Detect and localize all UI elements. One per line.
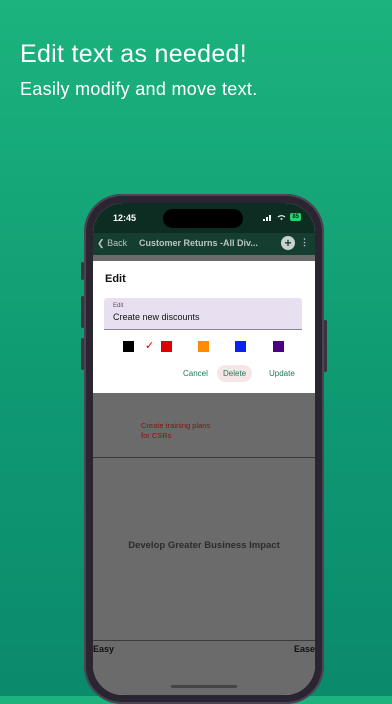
cancel-button[interactable]: Cancel [177,365,214,382]
grid-divider [93,640,315,641]
grid-divider [93,457,315,458]
dialog-title: Edit [105,273,126,285]
note-line-1: Create training plans [141,421,211,430]
phone-screen: 12:45 85 ❮ Back Customer Returns -All Di… [93,203,315,695]
delete-button[interactable]: Delete [217,365,253,382]
promo-headline: Edit text as needed! [20,40,247,68]
axis-label-left: Easy [93,644,115,654]
kebab-menu-icon[interactable]: ⋮ [300,237,309,248]
dialog-actions: Cancel Delete Update [177,365,307,382]
color-swatch-red[interactable] [161,341,172,352]
board-content: Edit Edit Create new discounts ✓ Cancel … [93,255,315,695]
side-button-power [324,320,327,372]
checkmark-icon: ✓ [145,340,155,352]
sticky-note[interactable]: Create training plans for CSRs [141,421,210,441]
status-bar: 12:45 85 [93,203,315,233]
color-swatch-black[interactable] [123,341,134,352]
nav-bar: ❮ Back Customer Returns -All Div... + ⋮ [93,233,315,255]
side-button-volume-up [81,296,84,328]
side-button-volume-down [81,338,84,370]
nav-title: Customer Returns -All Div... [139,238,258,248]
update-button[interactable]: Update [263,365,301,382]
edit-text-field[interactable]: Edit Create new discounts [104,298,302,330]
field-value[interactable]: Create new discounts [113,312,200,322]
note-line-2: for CSRs [141,431,172,440]
axis-label-right: Ease [293,644,315,654]
edit-dialog: Edit Edit Create new discounts ✓ Cancel … [93,261,315,393]
plus-circle-icon[interactable]: + [281,236,295,250]
color-swatch-orange[interactable] [198,341,209,352]
phone-frame: 12:45 85 ❮ Back Customer Returns -All Di… [81,194,327,704]
home-indicator [171,685,237,688]
wifi-icon [277,214,286,220]
goal-label: Develop Greater Business Impact [128,540,280,551]
color-swatch-purple[interactable] [273,341,284,352]
side-button-mute [81,262,84,280]
back-label: Back [107,238,128,248]
dynamic-island [163,209,243,228]
promo-subline: Easily modify and move text. [20,79,258,99]
color-swatches: ✓ [123,340,303,353]
battery-icon: 85 [290,213,301,221]
status-icons: 85 [263,213,301,221]
field-label: Edit [113,303,124,309]
color-swatch-blue[interactable] [235,341,246,352]
chevron-left-icon: ❮ [97,238,105,248]
back-button[interactable]: ❮ Back [97,238,127,249]
status-time: 12:45 [113,213,137,223]
signal-icon [263,214,272,221]
